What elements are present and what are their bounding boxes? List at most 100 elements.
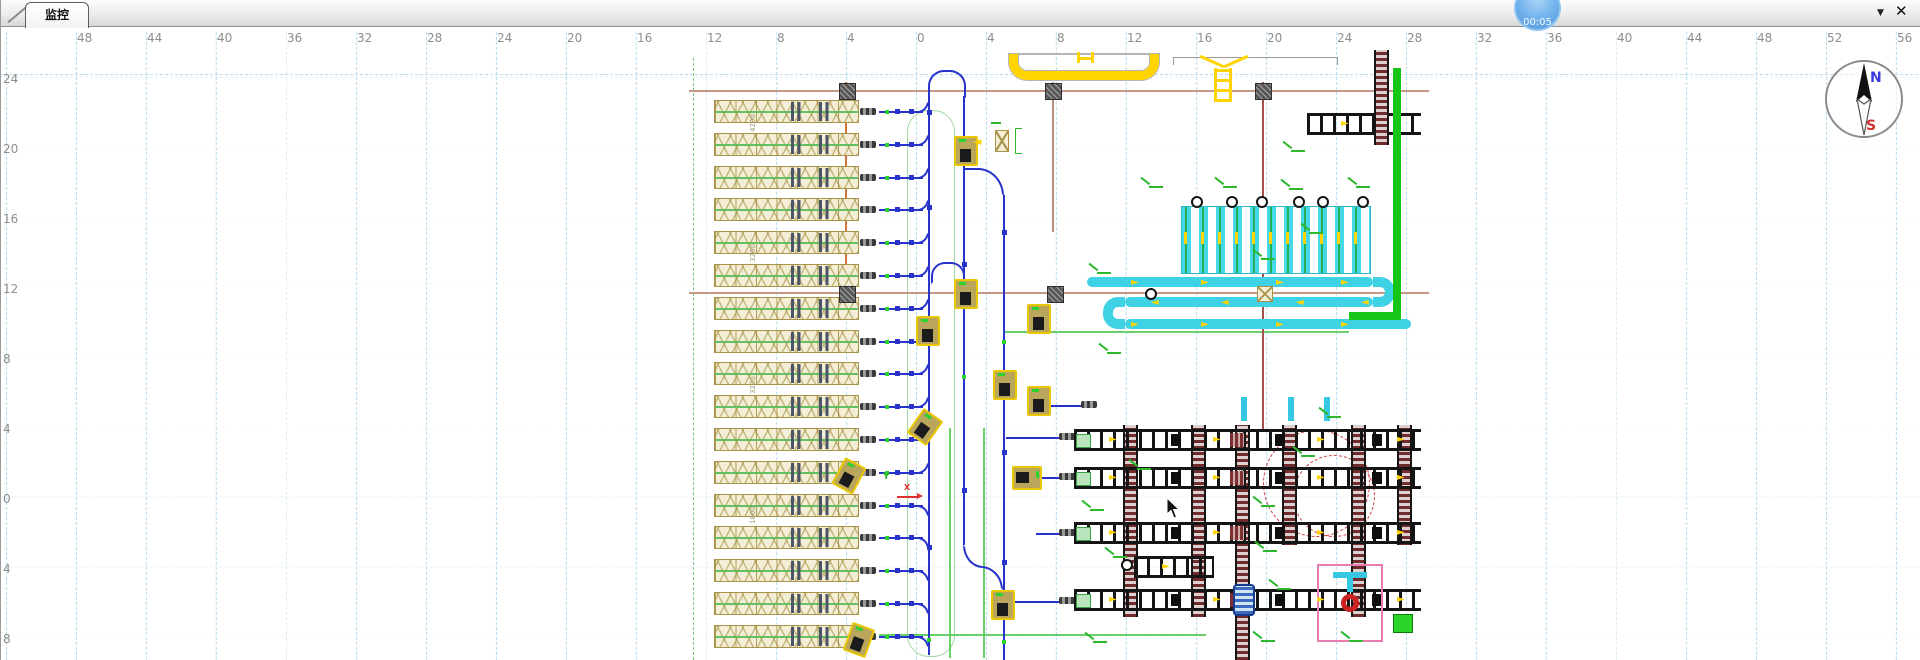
- agv-icon[interactable]: [1012, 466, 1042, 490]
- h-ruler-tick: 12: [707, 31, 722, 45]
- green-pipe-v: [1393, 68, 1401, 320]
- dock-coupler: [1059, 529, 1075, 536]
- rack-dark-bay: [819, 200, 831, 219]
- rack-dark-bay: [791, 299, 803, 318]
- path-node: [895, 142, 900, 147]
- conveyor-arrow: ►: [1201, 278, 1209, 288]
- rack-dark-bay: [819, 299, 831, 318]
- dock-coupler: [860, 567, 876, 574]
- rack-row: [714, 625, 859, 648]
- dock-coupler: [860, 239, 876, 246]
- path-node: [1002, 230, 1007, 235]
- sorter-lane-arrow: [1235, 232, 1238, 244]
- path-node-green: [885, 569, 889, 573]
- close-icon[interactable]: ✕: [1895, 2, 1908, 20]
- h-ruler-tick: 16: [637, 31, 652, 45]
- path-node: [909, 207, 914, 212]
- conveyor-dark-block: [1372, 472, 1382, 484]
- conveyor-row: ►►►►: [1074, 429, 1421, 451]
- dock-coupler: [860, 272, 876, 279]
- origin-y-label: Y: [883, 472, 890, 482]
- v-ruler-tick: 4: [3, 562, 11, 576]
- annotation-mark: [1097, 272, 1111, 274]
- green-mark: [991, 122, 1001, 124]
- dock-coupler: [860, 600, 876, 607]
- path-node: [1002, 640, 1006, 644]
- rack-row: [714, 559, 859, 582]
- layout-canvas[interactable]: 4200320032001800XY►►◄►►◄►►◄►►◄►►►►►►►►►►…: [1, 0, 1920, 660]
- path-node-green: [885, 307, 889, 311]
- clamp-icon: [1293, 196, 1305, 208]
- agv-icon[interactable]: [954, 279, 978, 309]
- v-ruler-tick: 24: [3, 72, 18, 86]
- green-guide-line: [949, 428, 951, 658]
- path-node: [927, 205, 932, 210]
- conveyor-arrow: ►: [1109, 473, 1117, 483]
- green-guide-line: [1003, 331, 1349, 333]
- top-conveyor-row: [1307, 113, 1421, 135]
- dock-coupler: [860, 370, 876, 377]
- conveyor-dark-block: [1275, 594, 1285, 606]
- annotation-mark: [1327, 416, 1341, 418]
- tab-monitor[interactable]: 监控: [25, 2, 89, 28]
- conveyor-arrow: ►: [1162, 562, 1170, 572]
- path-node-green: [885, 208, 889, 212]
- rack-row: [714, 362, 859, 385]
- column-hatch-square: [1255, 83, 1272, 100]
- sorter-lane-arrow: [1252, 232, 1255, 244]
- h-ruler-tick: 48: [77, 31, 92, 45]
- h-ruler-tick: 24: [497, 31, 512, 45]
- sorter-block: [1181, 206, 1371, 274]
- path-node: [927, 110, 932, 115]
- chevron-down-icon[interactable]: ▼: [1877, 8, 1884, 18]
- agv-icon[interactable]: [1027, 386, 1051, 416]
- path-node: [895, 306, 900, 311]
- agv-icon[interactable]: [916, 316, 940, 346]
- path-node: [909, 175, 914, 180]
- annotation-leader: [1089, 263, 1099, 271]
- path-curve: [978, 168, 1004, 196]
- rack-row: [714, 330, 859, 353]
- clamp-icon: [1191, 196, 1203, 208]
- conveyor-arrow: ►: [1397, 435, 1405, 445]
- rack-row: [714, 395, 859, 418]
- path-node-green: [885, 143, 889, 147]
- rack-dark-bay: [791, 200, 803, 219]
- dimension-label: 3200: [749, 376, 757, 394]
- path-node: [909, 404, 914, 409]
- rack-row: [714, 100, 859, 123]
- agv-icon[interactable]: [1027, 304, 1051, 334]
- path-node: [909, 601, 914, 606]
- conveyor-arrow: ►: [1397, 473, 1405, 483]
- rack-dark-bay: [819, 168, 831, 187]
- annotation-mark: [1277, 588, 1291, 590]
- dock-coupler: [860, 436, 876, 443]
- rack-dark-bay: [791, 463, 803, 482]
- h-ruler-tick: 16: [1197, 31, 1212, 45]
- path-node: [962, 262, 967, 267]
- agv-icon[interactable]: [991, 590, 1015, 620]
- conveyor-green-cell: [1076, 527, 1091, 541]
- path-node: [909, 339, 914, 344]
- agv-path-branch: [1006, 437, 1061, 439]
- annotation-leader: [1082, 500, 1092, 508]
- path-node: [927, 638, 931, 642]
- origin-x-label: X: [904, 483, 910, 492]
- h-ruler-tick: 32: [357, 31, 372, 45]
- path-node: [909, 634, 914, 639]
- path-node-green: [885, 241, 889, 245]
- mouse-cursor-icon: [1166, 498, 1181, 520]
- dock-coupler: [1081, 401, 1097, 408]
- sorter-lane-arrow: [1303, 232, 1306, 244]
- sorter-lane-arrow: [1184, 232, 1187, 244]
- annotation-mark: [1261, 258, 1275, 260]
- column-hatch-square: [839, 286, 856, 303]
- conveyor-dark-block: [1275, 472, 1285, 484]
- rack-dark-bay: [819, 430, 831, 449]
- rack-dark-bay: [791, 397, 803, 416]
- rack-row: [714, 166, 859, 189]
- h-ruler-tick: 48: [1757, 31, 1772, 45]
- agv-icon[interactable]: [993, 370, 1017, 400]
- conveyor-arrow: ►: [1213, 528, 1221, 538]
- annotation-leader: [1283, 141, 1293, 149]
